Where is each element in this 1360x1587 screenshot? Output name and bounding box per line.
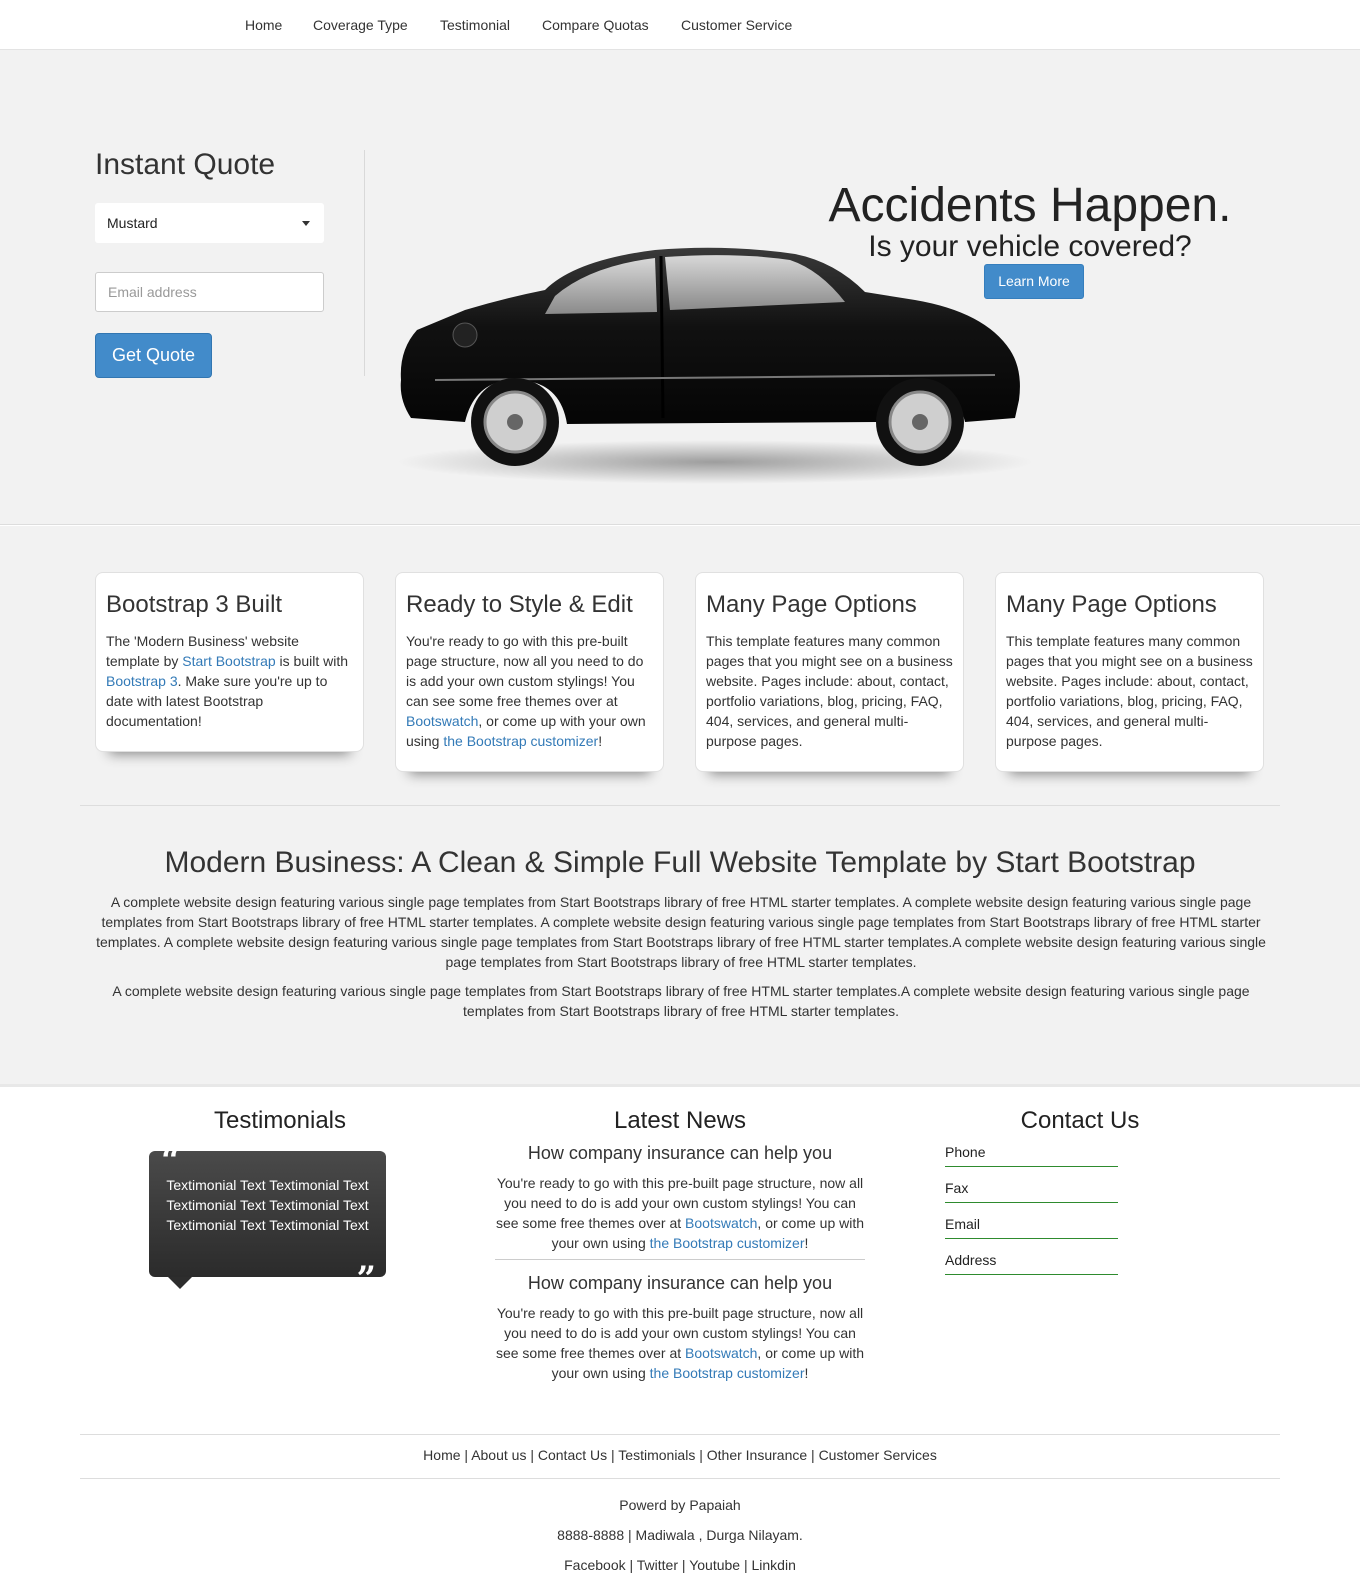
footer-link-other-insurance[interactable]: Other Insurance <box>707 1447 807 1463</box>
news-text: You're ready to go with this pre-built p… <box>495 1175 865 1251</box>
linkedin-link[interactable]: Linkdin <box>751 1557 795 1573</box>
testimonial-bubble: “ Textimonial Text Textimonial Text Text… <box>149 1141 386 1296</box>
nav-compare-quotas[interactable]: Compare Quotas <box>542 17 649 33</box>
footer-address: 8888-8888 | Madiwala , Durga Nilayam. <box>557 1527 803 1543</box>
bootswatch-link[interactable]: Bootswatch <box>685 1345 757 1361</box>
hero-subheadline: Is your vehicle covered? <box>868 230 1192 263</box>
feature-card: Ready to Style & Edit You're ready to go… <box>395 572 664 772</box>
powered-by-text: Powerd by Papaiah <box>619 1497 741 1513</box>
features-section: Bootstrap 3 Built The 'Modern Business' … <box>0 526 1360 1084</box>
intro-paragraph: A complete website design featuring vari… <box>96 894 1266 970</box>
contact-us-title: Contact Us <box>1020 1107 1140 1134</box>
feature-card-text: The 'Modern Business' website template b… <box>106 633 349 729</box>
testimonials-title: Testimonials <box>213 1107 347 1134</box>
footer-links: Home | About us | Contact Us | Testimoni… <box>423 1447 937 1463</box>
news-heading[interactable]: How company insurance can help you <box>495 1143 865 1164</box>
footer-link-customer-services[interactable]: Customer Services <box>819 1447 937 1463</box>
testimonial-text: Textimonial Text Textimonial Text Textim… <box>166 1177 369 1233</box>
news-text: You're ready to go with this pre-built p… <box>495 1305 865 1381</box>
news-heading[interactable]: How company insurance can help you <box>495 1273 865 1294</box>
latest-news-title: Latest News <box>613 1107 747 1134</box>
nav-home[interactable]: Home <box>245 17 282 33</box>
hero-section: Instant Quote Mustard Get Quote <box>0 50 1360 525</box>
twitter-link[interactable]: Twitter <box>637 1557 678 1573</box>
feature-card-text: This template features many common pages… <box>706 633 953 749</box>
instant-quote-title: Instant Quote <box>95 148 276 181</box>
facebook-link[interactable]: Facebook <box>564 1557 625 1573</box>
intro-title: Modern Business: A Clean & Simple Full W… <box>164 846 1196 879</box>
youtube-link[interactable]: Youtube <box>689 1557 740 1573</box>
top-navbar: Home Coverage Type Testimonial Compare Q… <box>0 0 1360 50</box>
nav-testimonial[interactable]: Testimonial <box>440 17 510 33</box>
contact-email[interactable]: Email <box>945 1216 1118 1239</box>
feature-card-text: You're ready to go with this pre-built p… <box>406 633 646 749</box>
coverage-select[interactable]: Mustard <box>95 203 324 243</box>
quote-open-icon: “ <box>161 1141 181 1181</box>
quote-close-icon: ” <box>356 1259 376 1299</box>
intro-paragraph: A complete website design featuring vari… <box>112 983 1250 1019</box>
section-divider <box>80 805 1280 806</box>
car-image <box>397 247 1033 484</box>
bootswatch-link[interactable]: Bootswatch <box>685 1215 757 1231</box>
contact-phone[interactable]: Phone <box>945 1144 1118 1167</box>
bootstrap-customizer-link[interactable]: the Bootstrap customizer <box>650 1235 805 1251</box>
get-quote-button[interactable]: Get Quote <box>95 333 212 378</box>
feature-card-title: Many Page Options <box>1006 591 1217 618</box>
feature-card: Bootstrap 3 Built The 'Modern Business' … <box>95 572 364 752</box>
feature-card-text: This template features many common pages… <box>1006 633 1253 749</box>
learn-more-button[interactable]: Learn More <box>984 264 1084 299</box>
footer-link-testimonials[interactable]: Testimonials <box>618 1447 695 1463</box>
bootstrap-3-link[interactable]: Bootstrap 3 <box>106 673 178 689</box>
feature-card: Many Page Options This template features… <box>995 572 1264 772</box>
footer-link-contact[interactable]: Contact Us <box>538 1447 607 1463</box>
bootswatch-link[interactable]: Bootswatch <box>406 713 478 729</box>
nav-customer-service[interactable]: Customer Service <box>681 17 792 33</box>
bubble-tail <box>168 1277 192 1289</box>
email-input[interactable] <box>95 272 324 312</box>
feature-card: Many Page Options This template features… <box>695 572 964 772</box>
chevron-down-icon <box>302 221 310 226</box>
hero-headline: Accidents Happen. <box>828 179 1232 232</box>
contact-address[interactable]: Address <box>945 1252 1118 1275</box>
bootstrap-customizer-link[interactable]: the Bootstrap customizer <box>650 1365 805 1381</box>
bootstrap-customizer-link[interactable]: the Bootstrap customizer <box>443 733 598 749</box>
coverage-select-value: Mustard <box>107 215 158 231</box>
footer-link-about[interactable]: About us <box>471 1447 526 1463</box>
nav-coverage-type[interactable]: Coverage Type <box>313 17 408 33</box>
start-bootstrap-link[interactable]: Start Bootstrap <box>182 653 275 669</box>
footer-divider <box>80 1478 1280 1479</box>
social-links: Facebook | Twitter | Youtube | Linkdin <box>564 1557 796 1573</box>
lower-section: Testimonials “ Textimonial Text Textimon… <box>0 1084 1360 1587</box>
contact-fax[interactable]: Fax <box>945 1180 1118 1203</box>
feature-card-title: Ready to Style & Edit <box>406 591 633 618</box>
feature-card-title: Many Page Options <box>706 591 917 618</box>
footer-link-home[interactable]: Home <box>423 1447 460 1463</box>
hero-divider <box>364 150 365 376</box>
footer-divider <box>80 1434 1280 1435</box>
feature-card-title: Bootstrap 3 Built <box>106 591 283 618</box>
news-divider <box>495 1259 865 1260</box>
